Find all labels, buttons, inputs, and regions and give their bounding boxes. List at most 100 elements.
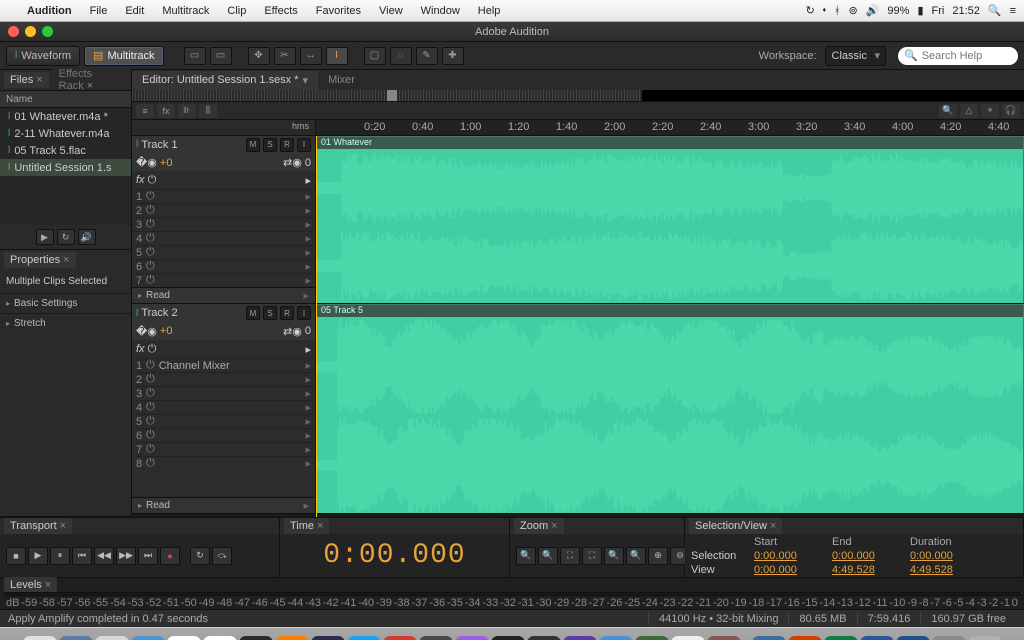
fx-slot[interactable]: 8⏻▸ — [132, 456, 315, 470]
dock-app-icon[interactable]: ★ — [491, 636, 525, 640]
menu-file[interactable]: File — [81, 5, 117, 17]
slip-tool-icon[interactable]: ↔ — [300, 47, 322, 65]
levels-meter[interactable] — [4, 592, 1020, 596]
workspace-dropdown[interactable]: Classic — [825, 46, 886, 66]
fx-slot[interactable]: 6⏻▸ — [132, 428, 315, 442]
zoom-out-v-button[interactable]: 🔍 — [626, 547, 646, 565]
fx-slot[interactable]: 3⏻▸ — [132, 217, 315, 231]
minimize-window-button[interactable] — [25, 26, 36, 37]
metronome-icon[interactable]: △ — [960, 104, 978, 118]
inputs-icon[interactable]: ≡ — [136, 104, 154, 118]
dock-app-icon[interactable]: 🎛 — [419, 636, 453, 640]
dock-app-icon[interactable]: 🎞 — [563, 636, 597, 640]
record-button[interactable]: ● — [160, 547, 180, 565]
menu-window[interactable]: Window — [412, 5, 469, 17]
fx-slot[interactable]: 1⏻Channel Mixer▸ — [132, 358, 315, 372]
clock-day[interactable]: Fri — [932, 5, 945, 17]
zoom-out-h-button[interactable]: 🔍 — [538, 547, 558, 565]
view-duration-value[interactable]: 4:49.528 — [910, 564, 980, 576]
dock-app-icon[interactable]: 🅰 — [383, 636, 417, 640]
menu-favorites[interactable]: Favorites — [307, 5, 370, 17]
dock-app-icon[interactable]: 🧭 — [59, 636, 93, 640]
dock-app-icon[interactable]: Au — [311, 636, 345, 640]
autoplay-button[interactable]: 🔊 — [78, 229, 96, 245]
track-lane[interactable]: 01 Whatever — [316, 136, 1024, 303]
search-tracks-icon[interactable]: 🔍 — [939, 104, 957, 118]
audio-clip[interactable]: 01 Whatever — [316, 136, 1024, 303]
goto-end-button[interactable]: ⏭ — [138, 547, 158, 565]
fx-slot[interactable]: 3⏻▸ — [132, 386, 315, 400]
selection-duration-value[interactable]: 0:00.000 — [910, 550, 980, 562]
dock-app-icon[interactable]: Ƭ — [707, 636, 741, 640]
menu-view[interactable]: View — [370, 5, 412, 17]
dock-app-icon[interactable]: 📊 — [671, 636, 705, 640]
dock-app-icon[interactable]: 💬 — [347, 636, 381, 640]
mute-button[interactable]: M — [246, 306, 260, 320]
time-selection-tool-icon[interactable]: I — [326, 47, 348, 65]
basic-settings-row[interactable]: Basic Settings — [0, 293, 131, 313]
selection-view-panel-tab[interactable]: Selection/View× — [689, 518, 782, 534]
dock-app-icon[interactable]: 🗂 — [203, 636, 237, 640]
stretch-row[interactable]: Stretch — [0, 313, 131, 333]
menu-edit[interactable]: Edit — [116, 5, 153, 17]
move-tool-icon[interactable]: ✥ — [248, 47, 270, 65]
battery-text[interactable]: 99% — [887, 5, 909, 17]
fx-slot[interactable]: 4⏻▸ — [132, 400, 315, 414]
menu-help[interactable]: Help — [469, 5, 510, 17]
loop-button[interactable]: ↻ — [190, 547, 210, 565]
fx-slot[interactable]: 5⏻▸ — [132, 414, 315, 428]
multitrack-mode-button[interactable]: ▤Multitrack — [84, 46, 163, 66]
notifications-icon[interactable]: ≡ — [1010, 5, 1016, 17]
levels-panel-tab[interactable]: Levels× — [4, 577, 57, 593]
dock-app-icon[interactable]: 🔗 — [635, 636, 669, 640]
menu-effects[interactable]: Effects — [255, 5, 306, 17]
files-panel-tab[interactable]: Files× — [4, 72, 49, 88]
waveform-mode-button[interactable]: ⧘Waveform — [6, 46, 80, 66]
zoom-sel-button[interactable]: ⛶ — [582, 547, 602, 565]
files-name-column[interactable]: Name — [0, 90, 131, 108]
menu-clip[interactable]: Clip — [218, 5, 255, 17]
monitor-button[interactable]: I — [297, 306, 311, 320]
spotlight-icon[interactable]: 🔍 — [988, 4, 1002, 17]
tool-pitch-icon[interactable]: ▭ — [210, 47, 232, 65]
heal-tool-icon[interactable]: ✚ — [442, 47, 464, 65]
wifi-icon[interactable]: ⊚ — [849, 4, 858, 17]
audio-clip[interactable]: 05 Track 5 — [316, 304, 1024, 513]
automation-mode[interactable]: Read▸ — [132, 287, 315, 303]
dock-app-icon[interactable]: 🎵 — [455, 636, 489, 640]
battery-icon[interactable]: ▮ — [917, 4, 923, 17]
file-row[interactable]: ⧘Untitled Session 1.s — [0, 159, 131, 176]
dock-app-icon[interactable]: C — [896, 636, 930, 640]
zoom-in-point-button[interactable]: ⊕ — [648, 547, 668, 565]
dock-app-icon[interactable]: 🛟 — [275, 636, 309, 640]
fx-slot[interactable]: 7⏻▸ — [132, 442, 315, 456]
automation-mode[interactable]: Read▸ — [132, 497, 315, 513]
editor-tab[interactable]: Editor: Untitled Session 1.sesx *▾ — [132, 71, 318, 90]
arm-record-button[interactable]: R — [280, 306, 294, 320]
track-volume[interactable]: +0 — [160, 157, 173, 169]
dock-app-icon[interactable]: O — [860, 636, 894, 640]
razor-tool-icon[interactable]: ✂ — [274, 47, 296, 65]
monitor-icon[interactable]: 🎧 — [1002, 104, 1020, 118]
forward-button[interactable]: ▶▶ — [116, 547, 136, 565]
dock-app-icon[interactable]: ✉️ — [95, 636, 129, 640]
loop-file-button[interactable]: ↻ — [57, 229, 75, 245]
selection-end-value[interactable]: 0:00.000 — [832, 550, 902, 562]
snapping-icon[interactable]: ⌖ — [981, 104, 999, 118]
pause-button[interactable]: ⏸ — [50, 547, 70, 565]
fx-slot[interactable]: 7⏻▸ — [132, 273, 315, 287]
volume-icon[interactable]: 🔊 — [866, 4, 880, 17]
fx-slot[interactable]: 4⏻▸ — [132, 231, 315, 245]
dock-app-icon[interactable]: X — [824, 636, 858, 640]
track-name[interactable]: Track 2 — [141, 307, 243, 319]
view-end-value[interactable]: 4:49.528 — [832, 564, 902, 576]
fx-slot[interactable]: 5⏻▸ — [132, 245, 315, 259]
properties-panel-tab[interactable]: Properties× — [4, 252, 76, 268]
dock-app-icon[interactable]: ⌘ — [239, 636, 273, 640]
track-lane[interactable]: 05 Track 5 — [316, 304, 1024, 513]
solo-button[interactable]: S — [263, 138, 277, 152]
sends-icon[interactable]: ⊪ — [178, 104, 196, 118]
mixer-tab[interactable]: Mixer — [318, 71, 365, 89]
dock-app-icon[interactable]: W — [752, 636, 786, 640]
zoom-in-v-button[interactable]: 🔍 — [604, 547, 624, 565]
